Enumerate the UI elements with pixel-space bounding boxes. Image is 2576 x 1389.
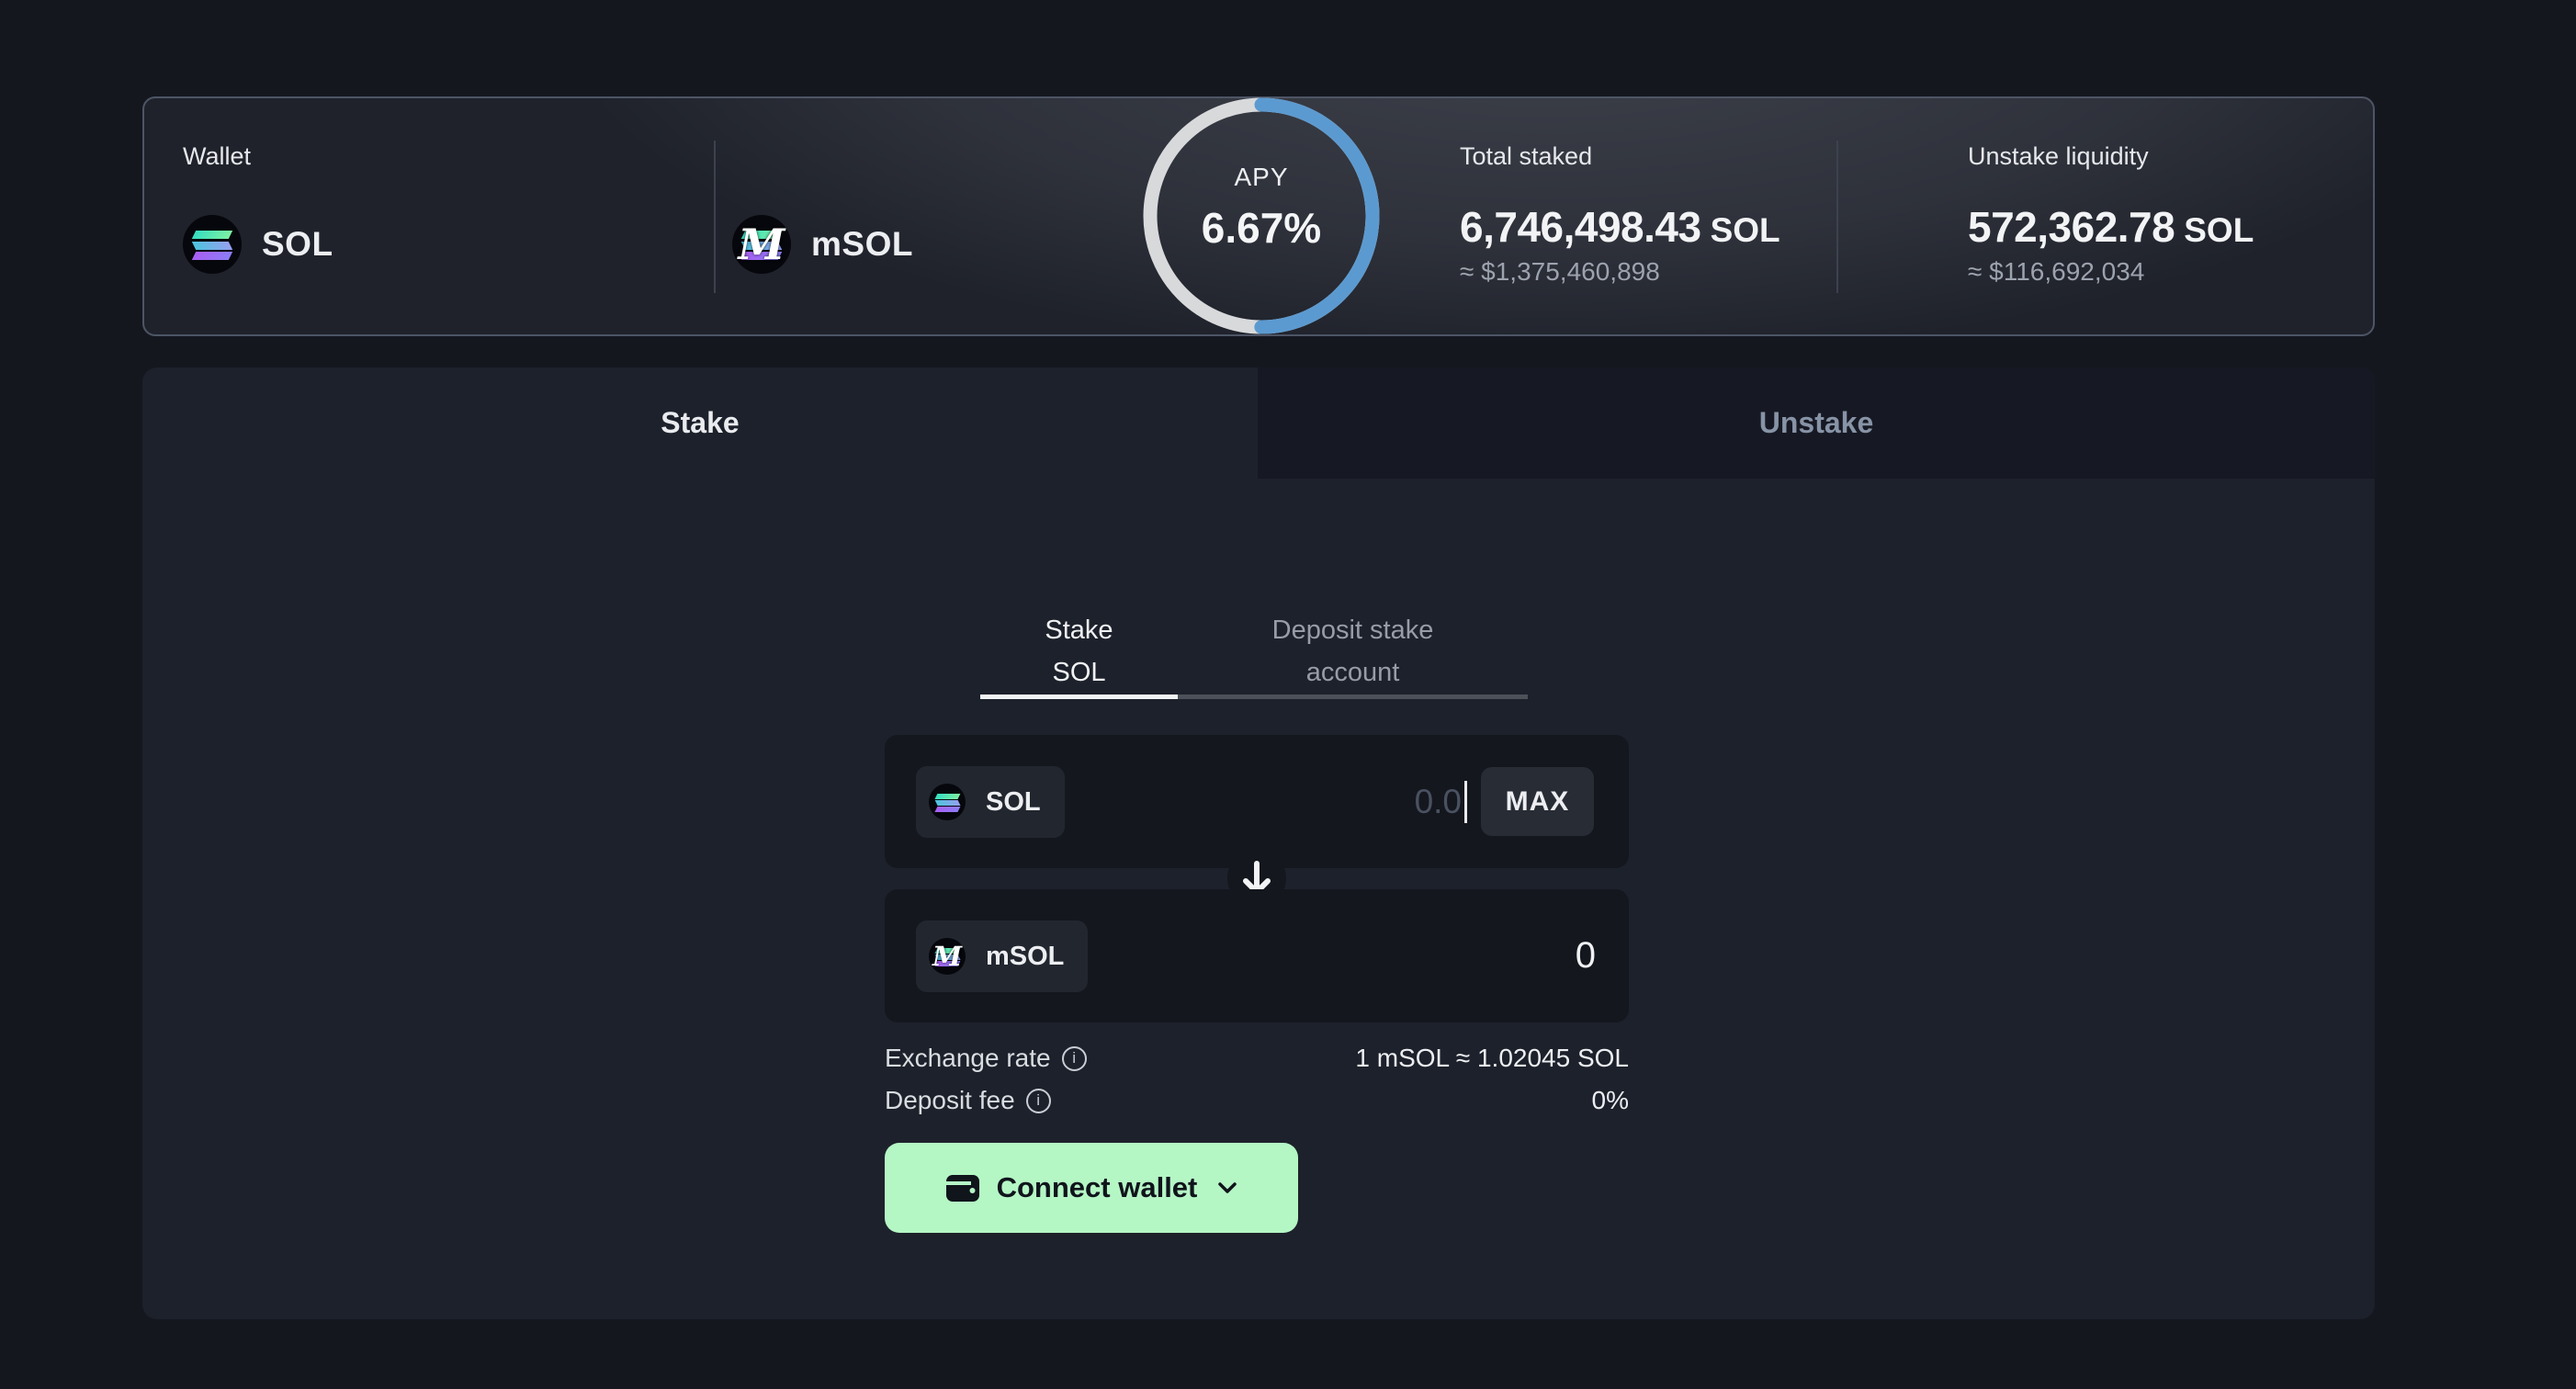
wallet-icon — [945, 1172, 980, 1203]
stat-amount: 572,362.78 — [1968, 203, 2175, 251]
stat-total-staked: Total staked 6,746,498.43 SOL ≈ $1,375,46… — [1460, 98, 1827, 338]
deposit-fee-label: Deposit fee — [885, 1086, 1015, 1115]
subtab-label-line: account — [1306, 651, 1400, 694]
tab-unstake[interactable]: Unstake — [1258, 367, 2375, 479]
tab-stake[interactable]: Stake — [142, 367, 1258, 479]
tab-unstake-label: Unstake — [1759, 406, 1874, 440]
stat-amount: 6,746,498.43 — [1460, 203, 1701, 251]
output-token-chip-msol[interactable]: M mSOL — [916, 920, 1088, 992]
stat-unstake-liquidity: Unstake liquidity 572,362.78SOL ≈ $116,6… — [1968, 98, 2354, 338]
chevron-down-icon — [1217, 1181, 1237, 1194]
stat-label: Unstake liquidity — [1968, 142, 2149, 171]
header-divider — [714, 141, 716, 293]
header-divider — [1836, 141, 1838, 293]
wallet-token-msol-label: mSOL — [811, 225, 913, 264]
wallet-token-msol: M mSOL — [732, 215, 913, 274]
stat-usd-approx: ≈ $116,692,034 — [1968, 257, 2144, 287]
sol-coin-icon — [929, 784, 966, 820]
wallet-token-sol: SOL — [183, 215, 333, 274]
connect-wallet-label: Connect wallet — [997, 1171, 1198, 1204]
stat-label: Total staked — [1460, 142, 1592, 171]
stake-amount-input[interactable] — [1113, 762, 1462, 841]
msol-coin-icon: M — [732, 215, 791, 274]
subtab-label-line: Deposit stake — [1272, 609, 1434, 651]
deposit-fee-row: Deposit fee i 0% — [885, 1082, 1629, 1119]
input-token-label: SOL — [986, 787, 1041, 818]
subtab-label-line: SOL — [1052, 651, 1105, 694]
sol-coin-icon — [183, 215, 242, 274]
subtab-stake-sol[interactable]: Stake SOL — [980, 608, 1178, 699]
exchange-rate-label: Exchange rate — [885, 1044, 1051, 1073]
max-button[interactable]: MAX — [1481, 767, 1594, 836]
input-token-chip-sol[interactable]: SOL — [916, 766, 1065, 838]
apy-readout: APY 6.67% — [1169, 163, 1353, 253]
deposit-fee-value: 0% — [1592, 1086, 1629, 1115]
msol-coin-icon: M — [929, 938, 966, 975]
info-icon[interactable]: i — [1062, 1046, 1087, 1071]
tab-stake-label: Stake — [661, 406, 739, 440]
stat-usd-approx: ≈ $1,375,460,898 — [1460, 257, 1660, 287]
stake-output-box: M mSOL 0 — [885, 889, 1629, 1022]
exchange-rate-value: 1 mSOL ≈ 1.02045 SOL — [1355, 1044, 1629, 1073]
apy-label: APY — [1234, 163, 1288, 192]
subtab-deposit-stake-account[interactable]: Deposit stake account — [1178, 608, 1528, 699]
output-amount-value: 0 — [1576, 889, 1596, 1022]
info-icon[interactable]: i — [1026, 1089, 1051, 1113]
staking-app: Wallet SOL M mSOL APY 6.67% — [0, 0, 2576, 1389]
subtab-label-line: Stake — [1045, 609, 1113, 651]
wallet-section-label: Wallet — [183, 142, 251, 171]
exchange-rate-row: Exchange rate i 1 mSOL ≈ 1.02045 SOL — [885, 1040, 1629, 1077]
apy-value: 6.67% — [1202, 203, 1321, 253]
connect-wallet-button[interactable]: Connect wallet — [885, 1143, 1298, 1233]
stats-header-card: Wallet SOL M mSOL APY 6.67% — [142, 96, 2375, 336]
text-caret — [1464, 781, 1467, 823]
stat-unit: SOL — [2184, 211, 2254, 249]
stake-panel: Stake Unstake Stake SOL Deposit stake ac… — [142, 367, 2375, 1319]
output-token-label: mSOL — [986, 942, 1064, 972]
wallet-token-sol-label: SOL — [262, 225, 333, 264]
stat-unit: SOL — [1711, 211, 1780, 249]
